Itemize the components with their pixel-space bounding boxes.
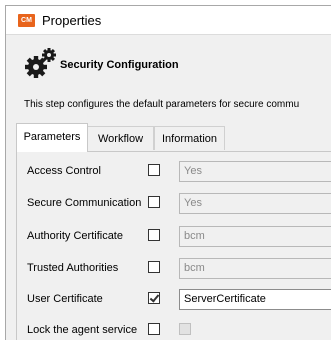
field-label: Secure Communication	[27, 197, 142, 209]
title-bar: CM Properties	[6, 6, 331, 35]
field-row-access-control: Access Control Yes	[17, 161, 331, 183]
override-checkbox[interactable]	[148, 229, 160, 241]
tab-workflow[interactable]: Workflow	[87, 126, 154, 150]
override-checkbox[interactable]	[148, 292, 160, 304]
field-label: Authority Certificate	[27, 230, 123, 242]
value-field: bcm	[179, 258, 331, 279]
properties-window: CM Properties Security Configuration Thi…	[5, 5, 331, 340]
field-row-secure-communication: Secure Communication Yes	[17, 193, 331, 215]
field-row-authority-certificate: Authority Certificate bcm	[17, 226, 331, 248]
field-label: User Certificate	[27, 293, 103, 305]
override-checkbox[interactable]	[148, 164, 160, 176]
step-description: This step configures the default paramet…	[24, 99, 300, 110]
field-row-user-certificate: User Certificate ServerCertificate	[17, 289, 331, 311]
app-logo-icon: CM	[18, 14, 35, 27]
field-label: Trusted Authorities	[27, 262, 119, 274]
step-header: Security Configuration This step configu…	[6, 35, 331, 123]
value-field: Yes	[179, 161, 331, 182]
override-checkbox[interactable]	[148, 323, 160, 335]
value-checkbox	[179, 323, 191, 335]
field-label: Access Control	[27, 165, 101, 177]
window-title: Properties	[42, 13, 102, 28]
override-checkbox[interactable]	[148, 196, 160, 208]
field-label: Lock the agent service	[27, 324, 138, 336]
field-row-lock-agent-service: Lock the agent service	[17, 320, 331, 340]
field-row-trusted-authorities: Trusted Authorities bcm	[17, 258, 331, 280]
override-checkbox[interactable]	[148, 261, 160, 273]
value-field: bcm	[179, 226, 331, 247]
gear-icon	[25, 48, 56, 78]
tab-bar: Parameters Workflow Information	[16, 123, 331, 152]
value-field: Yes	[179, 193, 331, 214]
parameters-panel: Access Control Yes Secure Communication …	[16, 151, 331, 340]
tab-parameters[interactable]: Parameters	[16, 123, 88, 152]
step-title: Security Configuration	[60, 59, 179, 71]
tab-information[interactable]: Information	[154, 126, 225, 150]
value-field[interactable]: ServerCertificate	[179, 289, 331, 310]
